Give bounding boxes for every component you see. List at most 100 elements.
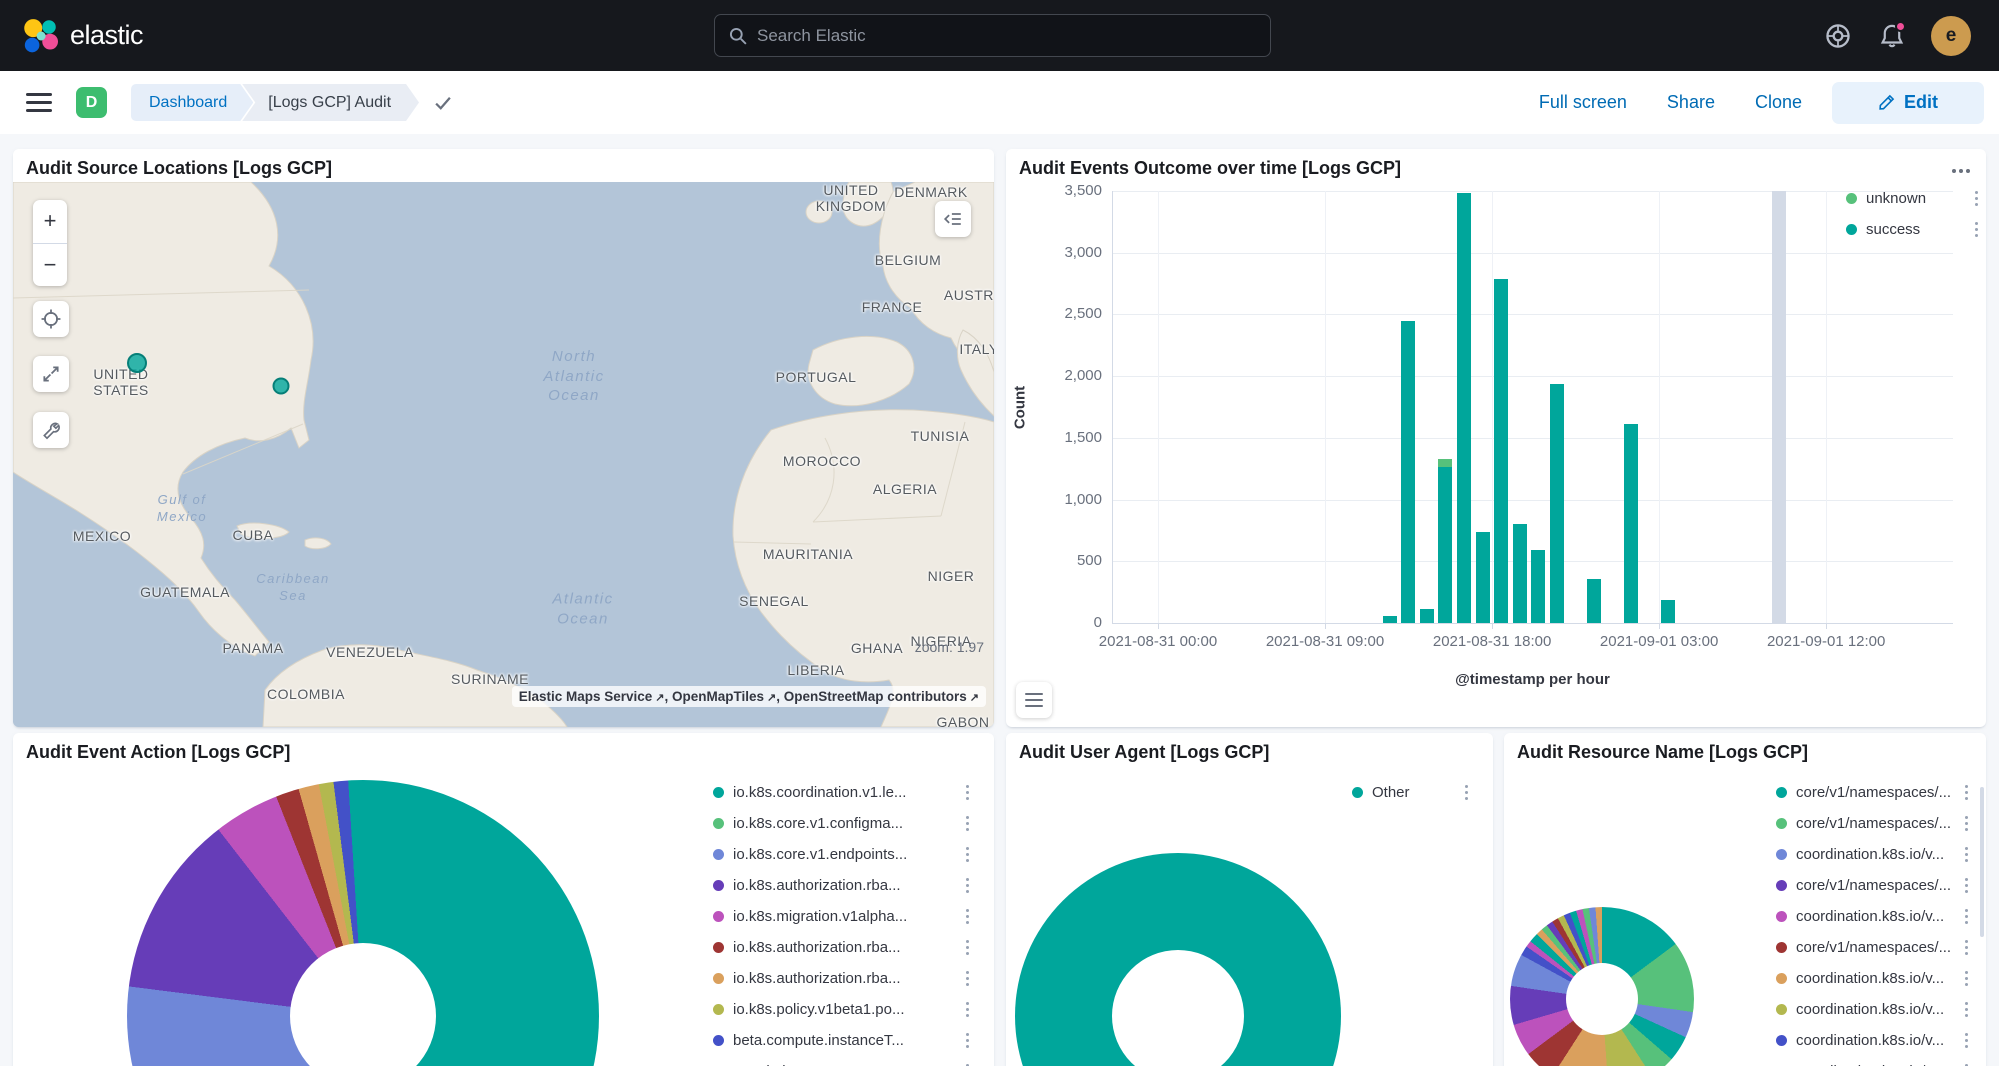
user-avatar[interactable]: e bbox=[1931, 16, 1971, 56]
map-tools-button[interactable] bbox=[33, 412, 69, 448]
bar-unknown[interactable] bbox=[1438, 459, 1452, 468]
menu-button[interactable] bbox=[24, 88, 54, 118]
bar-success[interactable] bbox=[1420, 609, 1434, 623]
panel-title[interactable]: Audit Resource Name [Logs GCP] bbox=[1517, 742, 1808, 763]
share-button[interactable]: Share bbox=[1667, 92, 1715, 113]
legend-label: io.k8s.authorization.rba... bbox=[733, 939, 901, 956]
bar-success[interactable] bbox=[1661, 600, 1675, 623]
legend-item[interactable]: io.k8s.authorization.rba... bbox=[713, 870, 975, 901]
legend-item[interactable]: coordination.k8s.io/v... bbox=[1776, 1025, 1974, 1056]
legend-actions-icon[interactable] bbox=[1975, 197, 1978, 200]
legend-item[interactable]: coordination.k8s.io/v... bbox=[1776, 839, 1974, 870]
legend-item[interactable]: io.k8s.core.v1.configma... bbox=[713, 808, 975, 839]
zoom-in-button[interactable]: + bbox=[33, 200, 67, 243]
map-country-label: MAURITANIA bbox=[763, 546, 853, 562]
clone-button[interactable]: Clone bbox=[1755, 92, 1802, 113]
legend-actions-icon[interactable] bbox=[966, 884, 969, 887]
legend-actions-icon[interactable] bbox=[966, 853, 969, 856]
legend-actions-icon[interactable] bbox=[966, 791, 969, 794]
bar-success[interactable] bbox=[1476, 532, 1490, 623]
bar-success[interactable] bbox=[1401, 321, 1415, 623]
legend-item[interactable]: beta.compute.instanceT... bbox=[713, 1025, 975, 1056]
map-canvas[interactable]: UNITED KINGDOMDENMARKBELGIUMFRANCEAUSTRI… bbox=[13, 182, 994, 727]
legend-item[interactable]: io.k8s.migration.v1alpha... bbox=[713, 901, 975, 932]
bar-success[interactable] bbox=[1457, 193, 1471, 623]
legend-item[interactable]: google.iam.v1... bbox=[713, 1056, 975, 1066]
legend-actions-icon[interactable] bbox=[1965, 853, 1968, 856]
legend-item[interactable]: io.k8s.core.v1.endpoints... bbox=[713, 839, 975, 870]
legend-actions-icon[interactable] bbox=[966, 1008, 969, 1011]
legend-toggle-button[interactable] bbox=[1016, 682, 1052, 718]
map-country-label: CUBA bbox=[233, 527, 274, 543]
panel-title[interactable]: Audit Event Action [Logs GCP] bbox=[26, 742, 290, 763]
legend-actions-icon[interactable] bbox=[966, 915, 969, 918]
legend-actions-icon[interactable] bbox=[1975, 228, 1978, 231]
legend-actions-icon[interactable] bbox=[966, 822, 969, 825]
legend-actions-icon[interactable] bbox=[1965, 791, 1968, 794]
legend-item[interactable]: coordination.k8s.io/v... bbox=[1776, 994, 1974, 1025]
legend-actions-icon[interactable] bbox=[1965, 822, 1968, 825]
legend-actions-icon[interactable] bbox=[1965, 946, 1968, 949]
bar-success[interactable] bbox=[1624, 424, 1638, 623]
legend-item[interactable]: unknown bbox=[1846, 183, 1984, 214]
elastic-logo[interactable] bbox=[22, 18, 58, 54]
breadcrumb-current-page[interactable]: [Logs GCP] Audit bbox=[242, 84, 419, 121]
panel-title[interactable]: Audit User Agent [Logs GCP] bbox=[1019, 742, 1269, 763]
zoom-out-button[interactable]: − bbox=[33, 244, 67, 287]
map-attribution-link[interactable]: OpenMapTiles↗ bbox=[672, 689, 776, 704]
legend-actions-icon[interactable] bbox=[966, 946, 969, 949]
global-search[interactable] bbox=[714, 14, 1271, 57]
global-header: elastic e bbox=[0, 0, 1999, 71]
space-avatar[interactable]: D bbox=[76, 87, 107, 118]
collapse-legend-button[interactable] bbox=[935, 201, 971, 237]
outcome-bar-chart[interactable]: Count @timestamp per hour unknownsuccess… bbox=[1006, 149, 1986, 727]
full-screen-button[interactable]: Full screen bbox=[1539, 92, 1627, 113]
legend-actions-icon[interactable] bbox=[1965, 884, 1968, 887]
bar-success[interactable] bbox=[1531, 550, 1545, 623]
donut-chart-user-agent[interactable] bbox=[1015, 853, 1341, 1066]
bar-success[interactable] bbox=[1587, 579, 1601, 623]
help-button[interactable] bbox=[1823, 21, 1853, 51]
legend-item[interactable]: core/v1/namespaces/... bbox=[1776, 932, 1974, 963]
legend-item[interactable]: io.k8s.authorization.rba... bbox=[713, 932, 975, 963]
donut-chart-resource-name[interactable] bbox=[1510, 907, 1694, 1066]
legend-item[interactable]: io.k8s.policy.v1beta1.po... bbox=[713, 994, 975, 1025]
panel-title[interactable]: Audit Source Locations [Logs GCP] bbox=[26, 158, 332, 179]
bar-success[interactable] bbox=[1494, 279, 1508, 623]
legend-item[interactable]: coordination.k8s.io/v... bbox=[1776, 901, 1974, 932]
legend-item[interactable]: coordination.k8s.io/v... bbox=[1776, 963, 1974, 994]
legend-actions-icon[interactable] bbox=[1965, 977, 1968, 980]
bar-success[interactable] bbox=[1550, 384, 1564, 623]
legend-item[interactable]: core/v1/namespaces/... bbox=[1776, 777, 1974, 808]
legend-actions-icon[interactable] bbox=[1965, 1008, 1968, 1011]
fit-to-data-button[interactable] bbox=[33, 356, 69, 392]
edit-button[interactable]: Edit bbox=[1832, 82, 1984, 124]
legend-item[interactable]: coordination.k8s.io/... bbox=[1776, 1056, 1974, 1066]
legend-color-dot bbox=[713, 942, 724, 953]
legend-actions-icon[interactable] bbox=[966, 1039, 969, 1042]
legend-scrollbar[interactable] bbox=[1980, 787, 1984, 937]
legend-actions-icon[interactable] bbox=[1965, 1039, 1968, 1042]
legend-item[interactable]: Other bbox=[1352, 777, 1474, 808]
legend-item[interactable]: core/v1/namespaces/... bbox=[1776, 808, 1974, 839]
bar-success[interactable] bbox=[1383, 616, 1397, 623]
legend-actions-icon[interactable] bbox=[1465, 791, 1468, 794]
bar-success[interactable] bbox=[1438, 467, 1452, 623]
y-tick-label: 500 bbox=[1006, 552, 1102, 569]
legend-item[interactable]: io.k8s.authorization.rba... bbox=[713, 963, 975, 994]
breadcrumb-dashboard[interactable]: Dashboard bbox=[131, 84, 253, 121]
set-view-button[interactable] bbox=[33, 301, 69, 337]
legend-actions-icon[interactable] bbox=[1965, 915, 1968, 918]
notifications-button[interactable] bbox=[1877, 21, 1907, 51]
map-attribution-link[interactable]: Elastic Maps Service↗ bbox=[519, 689, 665, 704]
legend-item[interactable]: io.k8s.coordination.v1.le... bbox=[713, 777, 975, 808]
bar-success[interactable] bbox=[1513, 524, 1527, 623]
donut-chart-event-action[interactable] bbox=[127, 780, 599, 1066]
legend-actions-icon[interactable] bbox=[966, 977, 969, 980]
map-data-point[interactable] bbox=[273, 378, 290, 395]
legend-item[interactable]: core/v1/namespaces/... bbox=[1776, 870, 1974, 901]
map-attribution-link[interactable]: OpenStreetMap contributors↗ bbox=[784, 689, 979, 704]
search-input[interactable] bbox=[757, 26, 1256, 46]
map-data-point[interactable] bbox=[127, 353, 147, 373]
legend-item[interactable]: success bbox=[1846, 214, 1984, 245]
